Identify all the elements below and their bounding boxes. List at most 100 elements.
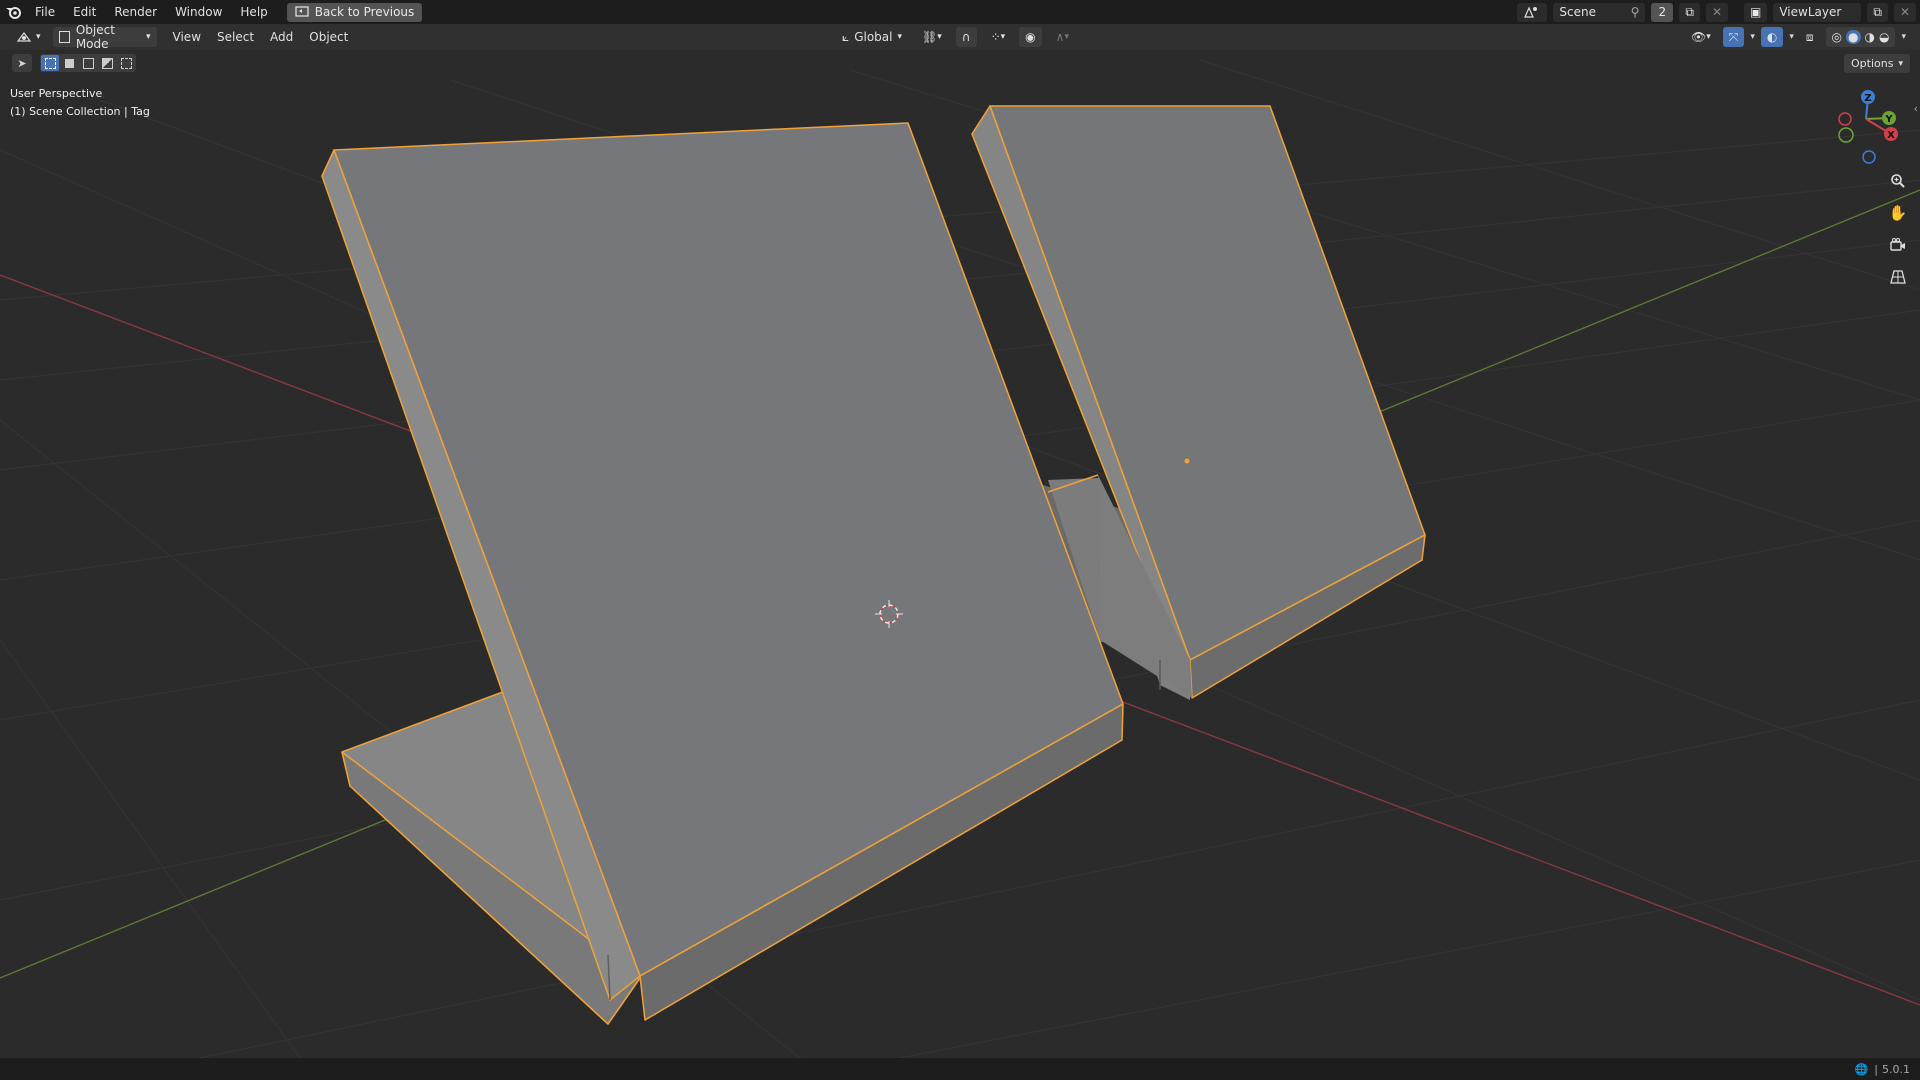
- 3d-viewport[interactable]: Z Y X: [0, 50, 1920, 1058]
- sidebar-toggle-icon[interactable]: ‹: [1914, 102, 1918, 115]
- transform-orientation-label: Global: [854, 30, 893, 44]
- chevron-down-icon[interactable]: ▾: [1750, 32, 1755, 42]
- gizmo-y-label: Y: [1884, 114, 1893, 125]
- pin-icon[interactable]: ⚲: [1631, 5, 1640, 19]
- scene-name: Scene: [1559, 5, 1596, 19]
- visibility-dropdown[interactable]: 👁 ▾: [1685, 27, 1717, 47]
- menu-view[interactable]: View: [165, 24, 209, 50]
- new-scene-icon[interactable]: ⧉: [1679, 2, 1700, 22]
- select-intersect-icon[interactable]: [117, 55, 135, 71]
- navigation-gizmo[interactable]: Z Y X: [1838, 90, 1898, 164]
- select-extend-icon[interactable]: [60, 55, 78, 71]
- viewport-menu: View Select Add Object: [165, 24, 357, 50]
- object-origin-point[interactable]: [1184, 458, 1190, 464]
- overlays-icon: ◐: [1766, 30, 1778, 44]
- back-to-previous-label: Back to Previous: [314, 5, 415, 19]
- network-globe-icon[interactable]: 🌐: [1855, 1063, 1869, 1076]
- version-label: 5.0.1: [1882, 1062, 1910, 1076]
- viewport-header: ▾ Object Mode ▾ View Select Add Object ⟀…: [0, 23, 1920, 51]
- toolbar-toggle[interactable]: ➤: [12, 54, 32, 72]
- pan-hand-icon[interactable]: ✋: [1884, 200, 1912, 226]
- top-bar: File Edit Render Window Help Back to Pre…: [0, 0, 1920, 24]
- viewport-info: User Perspective (1) Scene Collection | …: [10, 85, 150, 121]
- scene-selector-icon[interactable]: [1517, 2, 1548, 22]
- stand-object-left[interactable]: [321, 122, 1124, 1025]
- falloff-curve-icon: ∧: [1055, 30, 1065, 44]
- select-tools-row: ➤: [12, 54, 136, 72]
- chevron-down-icon: ▾: [897, 32, 903, 42]
- chevron-down-icon: ▾: [937, 32, 942, 42]
- object-mode-icon: [58, 31, 70, 43]
- chevron-down-icon: ▾: [1706, 32, 1711, 42]
- solid-shading-icon[interactable]: ●: [1846, 30, 1861, 44]
- xray-icon: ⧈: [1805, 29, 1814, 44]
- rendered-shading-icon[interactable]: ◒: [1879, 30, 1889, 44]
- view-layer-selector-icon[interactable]: ▣: [1744, 2, 1768, 22]
- new-view-layer-icon[interactable]: ⧉: [1867, 2, 1888, 22]
- menu-window[interactable]: Window: [166, 0, 231, 24]
- editor-type-button[interactable]: ▾: [10, 27, 47, 47]
- status-bar: 🌐 | 5.0.1: [0, 1058, 1920, 1080]
- gizmo-icon: ⤧: [1728, 29, 1739, 44]
- gizmo-x-label: X: [1887, 130, 1895, 141]
- gizmo-toggle[interactable]: ⤧: [1722, 27, 1745, 47]
- screen-icon: [295, 6, 309, 17]
- viewport-canvas[interactable]: Z Y X: [0, 50, 1920, 1058]
- grid-snap-icon: ⁘: [990, 30, 1001, 44]
- cursor-tool-icon: ➤: [17, 56, 27, 70]
- pivot-icon: ⛓: [922, 30, 938, 44]
- menu-add[interactable]: Add: [262, 24, 301, 50]
- select-subtract-icon[interactable]: [79, 55, 97, 71]
- shading-modes: ◎ ● ◑ ◒: [1825, 27, 1896, 47]
- perspective-label: User Perspective: [10, 87, 103, 100]
- scene-name-field[interactable]: Scene ⚲: [1553, 2, 1646, 22]
- zoom-icon[interactable]: [1884, 168, 1912, 194]
- chevron-down-icon: ▾: [36, 32, 41, 42]
- overlays-toggle[interactable]: ◐: [1760, 27, 1784, 47]
- viewport-display-controls: 👁 ▾ ⤧ ▾ ◐ ▾ ⧈ ◎ ● ◑ ◒ ▾: [1685, 27, 1906, 47]
- select-new-icon[interactable]: [41, 55, 59, 71]
- collection-label: (1) Scene Collection | Tag: [10, 105, 150, 118]
- delete-view-layer-icon[interactable]: ✕: [1893, 2, 1916, 22]
- viewport-nav-buttons: ✋: [1884, 168, 1912, 290]
- scene-users-count: 2: [1651, 2, 1674, 22]
- view-layer-name: ViewLayer: [1779, 5, 1842, 19]
- object-mode-dropdown[interactable]: Object Mode ▾: [52, 23, 157, 51]
- delete-scene-icon[interactable]: ✕: [1705, 2, 1729, 22]
- chevron-down-icon[interactable]: ▾: [1789, 32, 1794, 42]
- menu-select[interactable]: Select: [209, 24, 262, 50]
- eye-icon: 👁: [1690, 30, 1707, 44]
- menu-object[interactable]: Object: [301, 24, 356, 50]
- back-to-previous-button[interactable]: Back to Previous: [286, 2, 423, 22]
- chevron-down-icon: ▾: [1898, 58, 1903, 69]
- menu-help[interactable]: Help: [231, 0, 276, 24]
- perspective-toggle-icon[interactable]: [1884, 264, 1912, 290]
- object-mode-label: Object Mode: [75, 23, 115, 51]
- proportional-falloff-dropdown[interactable]: ∧ ▾: [1050, 27, 1075, 47]
- wireframe-shading-icon[interactable]: ◎: [1832, 30, 1842, 44]
- selection-mode-group: [40, 54, 136, 72]
- blender-logo-icon[interactable]: [0, 0, 26, 24]
- material-shading-icon[interactable]: ◑: [1865, 30, 1875, 44]
- camera-view-icon[interactable]: [1884, 232, 1912, 258]
- snap-toggle[interactable]: ∩: [955, 27, 977, 47]
- menu-edit[interactable]: Edit: [64, 0, 105, 24]
- pivot-point-dropdown[interactable]: ⛓ ▾: [916, 27, 948, 47]
- orientation-icon: ⟀: [842, 29, 850, 44]
- options-dropdown[interactable]: Options ▾: [1844, 54, 1910, 73]
- proportional-editing-toggle[interactable]: ◉: [1019, 27, 1042, 47]
- main-menu: File Edit Render Window Help: [26, 0, 277, 24]
- menu-file[interactable]: File: [26, 0, 64, 24]
- menu-render[interactable]: Render: [105, 0, 166, 24]
- chevron-down-icon[interactable]: ▾: [1901, 32, 1906, 42]
- xray-toggle[interactable]: ⧈: [1800, 27, 1820, 47]
- chevron-down-icon: ▾: [146, 32, 151, 42]
- transform-orientation-dropdown[interactable]: ⟀ Global ▾: [836, 27, 908, 47]
- view-layer-field[interactable]: ViewLayer: [1773, 2, 1862, 22]
- chevron-down-icon: ▾: [1064, 32, 1069, 42]
- proportional-editing-icon: ◉: [1025, 30, 1036, 44]
- gizmo-z-label: Z: [1864, 93, 1871, 104]
- snap-target-dropdown[interactable]: ⁘ ▾: [985, 27, 1012, 47]
- options-label: Options: [1851, 57, 1894, 70]
- select-invert-icon[interactable]: [98, 55, 116, 71]
